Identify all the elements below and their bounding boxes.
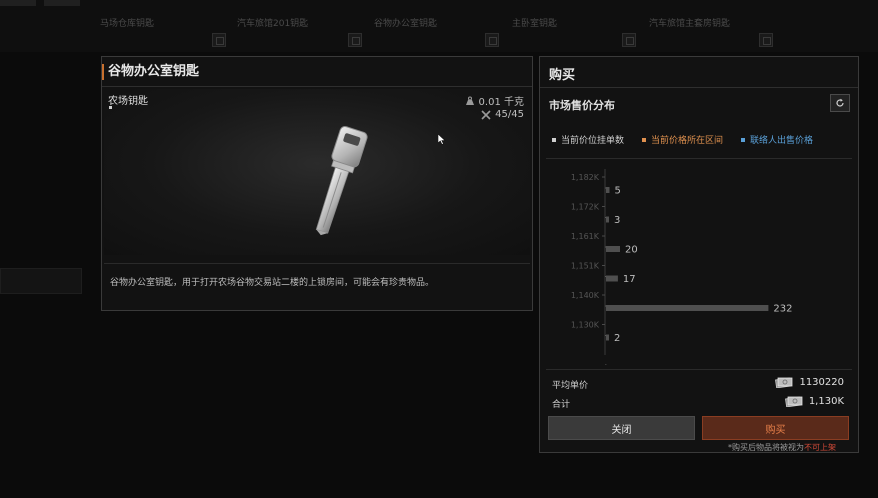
weight-icon	[465, 96, 474, 105]
footnote-highlight: 不可上架	[804, 443, 836, 452]
chart-bar	[606, 216, 609, 223]
legend-item: 当前价格所在区间	[642, 133, 723, 146]
chart-data-label: 232	[773, 304, 792, 315]
chart-data-label: 2	[614, 333, 620, 344]
refresh-button[interactable]	[830, 94, 850, 112]
background-item-label: 汽车旅馆201钥匙	[237, 19, 309, 29]
chart-tick-label: 1,140K	[571, 291, 600, 300]
background-item-icon	[212, 33, 226, 47]
total-price-label: 合计	[552, 400, 571, 410]
legend-swatch	[741, 137, 746, 142]
chart-tick-label: 1,151K	[571, 262, 600, 271]
background-item-label: 主卧室钥匙	[512, 19, 558, 29]
background-item-label: 谷物办公室钥匙	[374, 19, 438, 29]
purchase-footnote: *购买后物品将被视为不可上架	[728, 442, 836, 453]
chart-bar	[606, 187, 610, 193]
background-item-label: 马场仓库钥匙	[100, 19, 155, 29]
refresh-icon	[836, 98, 844, 107]
chart-tick-label: 1,130K	[571, 321, 600, 330]
key-icon	[315, 126, 368, 236]
legend-label: 当前价位挂单数	[561, 136, 625, 146]
buy-divider	[546, 158, 852, 159]
background-item-icon	[622, 33, 636, 47]
item-detail-panel: 谷物办公室钥匙 农场钥匙 0.01 千克 45/45 谷物办公室钥匙，用于打开农…	[101, 56, 533, 311]
buy-divider	[546, 369, 852, 370]
top-tab	[0, 0, 36, 6]
buy-button[interactable]: 购买	[702, 416, 849, 440]
chart-bar	[606, 305, 769, 311]
chart-bar	[606, 275, 618, 282]
average-price: 1130220	[775, 377, 844, 388]
legend-label: 当前价格所在区间	[651, 136, 724, 146]
item-divider	[104, 263, 530, 264]
item-durability: 45/45	[481, 109, 524, 120]
chart-tick-label: 1,182K	[571, 173, 600, 182]
mouse-cursor-icon	[438, 134, 446, 145]
buy-panel-title: 购买	[549, 68, 576, 83]
chart-tick-label: 1,172K	[571, 203, 600, 212]
legend-label: 联络人出售价格	[750, 136, 814, 146]
item-preview: 农场钥匙 0.01 千克 45/45	[104, 89, 530, 255]
chart-data-label: 20	[625, 245, 638, 256]
buy-panel: 购买 市场售价分布 当前价位挂单数 当前价格所在区间 联络人出售价格 1,182…	[539, 56, 859, 453]
background-item-label: 汽车旅馆主套房钥匙	[649, 19, 731, 29]
legend-item: 当前价位挂单数	[552, 133, 624, 146]
legend-swatch	[552, 137, 556, 142]
total-price: 1,130K	[784, 396, 844, 407]
chart-data-label: 5	[615, 186, 621, 197]
tools-icon	[481, 109, 491, 120]
chart-data-label: 3	[614, 215, 620, 226]
average-price-value: 1130220	[799, 377, 844, 388]
money-icon	[784, 396, 803, 407]
item-type-marker	[109, 106, 112, 109]
legend-item: 联络人出售价格	[741, 133, 813, 146]
background-list-row	[0, 268, 82, 294]
price-distribution-title: 市场售价分布	[549, 99, 615, 112]
close-button[interactable]: 关闭	[548, 416, 695, 440]
background-item-icon	[348, 33, 362, 47]
chart-bar	[606, 334, 609, 341]
chart-legend: 当前价位挂单数 当前价格所在区间 联络人出售价格	[552, 133, 852, 146]
item-title: 谷物办公室钥匙	[102, 57, 532, 87]
background-item-strip: 马场仓库钥匙 汽车旅馆201钥匙 谷物办公室钥匙 主卧室钥匙 汽车旅馆主套房钥匙	[0, 0, 878, 52]
item-durability-value: 45/45	[495, 109, 524, 120]
background-item-icon	[485, 33, 499, 47]
total-price-value: 1,130K	[808, 396, 844, 407]
buy-divider	[540, 87, 858, 88]
chart-data-label: 17	[623, 274, 636, 285]
item-description: 谷物办公室钥匙，用于打开农场谷物交易站二楼的上锁房间，可能会有珍贵物品。	[110, 278, 435, 288]
item-weight-value: 0.01 千克	[478, 97, 524, 108]
chart-bar	[606, 246, 620, 252]
item-type-label: 农场钥匙	[108, 96, 148, 107]
item-weight: 0.01 千克	[465, 93, 524, 108]
chart-tick-label: 1,161K	[571, 232, 600, 241]
top-tab	[44, 0, 80, 6]
average-price-label: 平均单价	[552, 381, 589, 391]
money-icon	[775, 377, 793, 388]
price-distribution-chart: 1,182K 1,172K 1,161K 1,151K 1,140K 1,130K 5 3 20…	[571, 169, 792, 365]
background-item-icon	[759, 33, 773, 47]
legend-swatch	[642, 137, 647, 142]
footnote-text: *购买后物品将被视为	[728, 443, 804, 452]
